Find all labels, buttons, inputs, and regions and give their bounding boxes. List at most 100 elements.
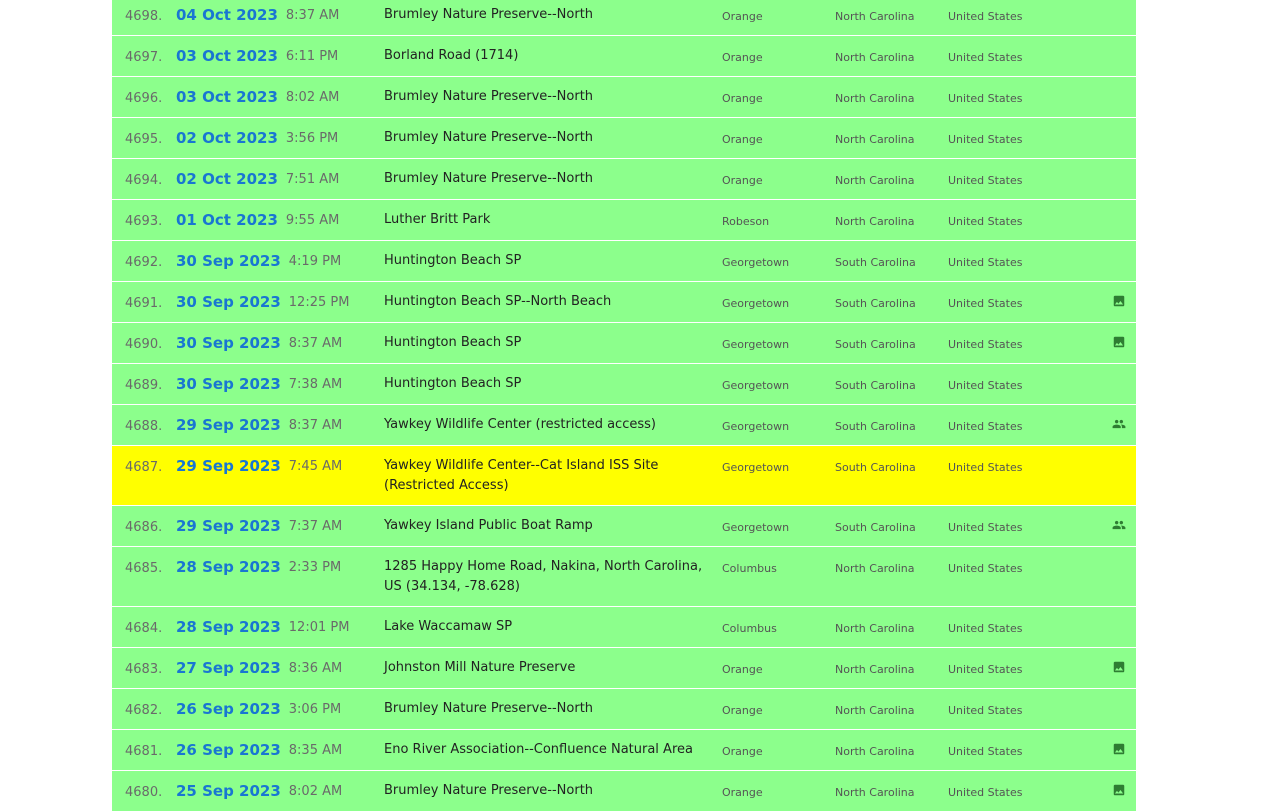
location-link[interactable]: 1285 Happy Home Road, Nakina, North Caro… bbox=[384, 557, 714, 597]
location-link[interactable]: Huntington Beach SP bbox=[384, 374, 714, 394]
country-label: United States bbox=[948, 745, 1023, 758]
photo-icon bbox=[1112, 741, 1126, 755]
location-link[interactable]: Brumley Nature Preserve--North bbox=[384, 699, 714, 719]
checklist-date-link[interactable]: 27 Sep 2023 bbox=[176, 659, 281, 677]
state-label: North Carolina bbox=[835, 92, 915, 105]
country-label: United States bbox=[948, 420, 1023, 433]
checklist-time: 8:02 AM bbox=[285, 90, 340, 105]
county-label: Georgetown bbox=[722, 420, 790, 433]
checklist-date-link[interactable]: 29 Sep 2023 bbox=[176, 416, 281, 434]
checklist-time: 7:37 AM bbox=[288, 519, 343, 534]
location-link[interactable]: Lake Waccamaw SP bbox=[384, 617, 714, 637]
state-label: South Carolina bbox=[835, 420, 916, 433]
location-link[interactable]: Huntington Beach SP bbox=[384, 251, 714, 271]
country-label: United States bbox=[948, 215, 1023, 228]
table-row: 4682. 26 Sep 2023 3:06 PM Brumley Nature Pr… bbox=[112, 689, 1136, 730]
checklist-date-link[interactable]: 30 Sep 2023 bbox=[176, 293, 281, 311]
checklist-date-link[interactable]: 30 Sep 2023 bbox=[176, 252, 281, 270]
checklist-date-link[interactable]: 25 Sep 2023 bbox=[176, 782, 281, 800]
state-label: North Carolina bbox=[835, 174, 915, 187]
county-label: Georgetown bbox=[722, 297, 790, 310]
county-label: Georgetown bbox=[722, 379, 790, 392]
checklist-number: 4688. bbox=[125, 419, 163, 434]
checklist-time: 12:25 PM bbox=[288, 295, 350, 310]
checklist-time: 8:37 AM bbox=[288, 418, 343, 433]
country-label: United States bbox=[948, 562, 1023, 575]
table-row: 4698. 04 Oct 2023 8:37 AM Brumley Nature Pr… bbox=[112, 0, 1136, 36]
checklist-number: 4697. bbox=[125, 50, 163, 65]
checklist-time: 7:45 AM bbox=[288, 459, 343, 474]
checklist-date-link[interactable]: 29 Sep 2023 bbox=[176, 457, 281, 475]
checklist-date-link[interactable]: 30 Sep 2023 bbox=[176, 375, 281, 393]
checklist-time: 2:33 PM bbox=[288, 560, 342, 575]
checklist-date-link[interactable]: 04 Oct 2023 bbox=[176, 6, 278, 24]
checklist-date-link[interactable]: 26 Sep 2023 bbox=[176, 741, 281, 759]
county-label: Orange bbox=[722, 133, 763, 146]
checklist-number: 4683. bbox=[125, 662, 163, 677]
state-label: South Carolina bbox=[835, 521, 916, 534]
country-label: United States bbox=[948, 786, 1023, 799]
state-label: North Carolina bbox=[835, 51, 915, 64]
group-icon bbox=[1112, 416, 1126, 430]
checklist-number: 4689. bbox=[125, 378, 163, 393]
location-link[interactable]: Eno River Association--Confluence Natura… bbox=[384, 740, 714, 760]
location-link[interactable]: Yawkey Wildlife Center (restricted acces… bbox=[384, 415, 714, 435]
location-link[interactable]: Yawkey Island Public Boat Ramp bbox=[384, 516, 714, 536]
checklist-time: 7:51 AM bbox=[285, 172, 340, 187]
checklist-number: 4696. bbox=[125, 91, 163, 106]
checklist-date-link[interactable]: 02 Oct 2023 bbox=[176, 170, 278, 188]
country-label: United States bbox=[948, 461, 1023, 474]
checklist-date-link[interactable]: 28 Sep 2023 bbox=[176, 558, 281, 576]
photo-icon bbox=[1112, 293, 1126, 307]
state-label: North Carolina bbox=[835, 622, 915, 635]
location-link[interactable]: Brumley Nature Preserve--North bbox=[384, 128, 714, 148]
location-link[interactable]: Huntington Beach SP bbox=[384, 333, 714, 353]
checklist-time: 7:38 AM bbox=[288, 377, 343, 392]
checklist-date-link[interactable]: 30 Sep 2023 bbox=[176, 334, 281, 352]
location-link[interactable]: Yawkey Wildlife Center--Cat Island ISS S… bbox=[384, 456, 714, 496]
checklist-time: 3:56 PM bbox=[285, 131, 339, 146]
photo-icon bbox=[1112, 659, 1126, 673]
checklist-time: 8:37 AM bbox=[285, 8, 340, 23]
table-row: 4689. 30 Sep 2023 7:38 AM Huntington Beach … bbox=[112, 364, 1136, 405]
location-link[interactable]: Luther Britt Park bbox=[384, 210, 714, 230]
country-label: United States bbox=[948, 704, 1023, 717]
location-link[interactable]: Brumley Nature Preserve--North bbox=[384, 781, 714, 801]
checklist-date-link[interactable]: 01 Oct 2023 bbox=[176, 211, 278, 229]
checklist-time: 12:01 PM bbox=[288, 620, 350, 635]
checklist-number: 4691. bbox=[125, 296, 163, 311]
county-label: Georgetown bbox=[722, 521, 790, 534]
county-label: Orange bbox=[722, 663, 763, 676]
checklist-time: 8:35 AM bbox=[288, 743, 343, 758]
county-label: Georgetown bbox=[722, 338, 790, 351]
county-label: Columbus bbox=[722, 562, 777, 575]
location-link[interactable]: Huntington Beach SP--North Beach bbox=[384, 292, 714, 312]
country-label: United States bbox=[948, 663, 1023, 676]
table-row: 4680. 25 Sep 2023 8:02 AM Brumley Nature Pr… bbox=[112, 771, 1136, 812]
county-label: Columbus bbox=[722, 622, 777, 635]
checklist-date-link[interactable]: 03 Oct 2023 bbox=[176, 88, 278, 106]
checklist-number: 4698. bbox=[125, 9, 163, 24]
table-row: 4697. 03 Oct 2023 6:11 PM Borland Road (171… bbox=[112, 36, 1136, 77]
checklist-date-link[interactable]: 02 Oct 2023 bbox=[176, 129, 278, 147]
location-link[interactable]: Brumley Nature Preserve--North bbox=[384, 5, 714, 25]
county-label: Orange bbox=[722, 704, 763, 717]
location-link[interactable]: Brumley Nature Preserve--North bbox=[384, 169, 714, 189]
location-link[interactable]: Johnston Mill Nature Preserve bbox=[384, 658, 714, 678]
checklist-number: 4680. bbox=[125, 785, 163, 800]
checklist-date-link[interactable]: 28 Sep 2023 bbox=[176, 618, 281, 636]
table-row: 4683. 27 Sep 2023 8:36 AM Johnston Mill Nat… bbox=[112, 648, 1136, 689]
country-label: United States bbox=[948, 379, 1023, 392]
location-link[interactable]: Brumley Nature Preserve--North bbox=[384, 87, 714, 107]
state-label: South Carolina bbox=[835, 461, 916, 474]
state-label: North Carolina bbox=[835, 133, 915, 146]
checklist-time: 3:06 PM bbox=[288, 702, 342, 717]
county-label: Orange bbox=[722, 174, 763, 187]
county-label: Orange bbox=[722, 92, 763, 105]
checklist-date-link[interactable]: 03 Oct 2023 bbox=[176, 47, 278, 65]
location-link[interactable]: Borland Road (1714) bbox=[384, 46, 714, 66]
checklist-date-link[interactable]: 26 Sep 2023 bbox=[176, 700, 281, 718]
checklist-date-link[interactable]: 29 Sep 2023 bbox=[176, 517, 281, 535]
table-row: 4681. 26 Sep 2023 8:35 AM Eno River Associa… bbox=[112, 730, 1136, 771]
country-label: United States bbox=[948, 10, 1023, 23]
